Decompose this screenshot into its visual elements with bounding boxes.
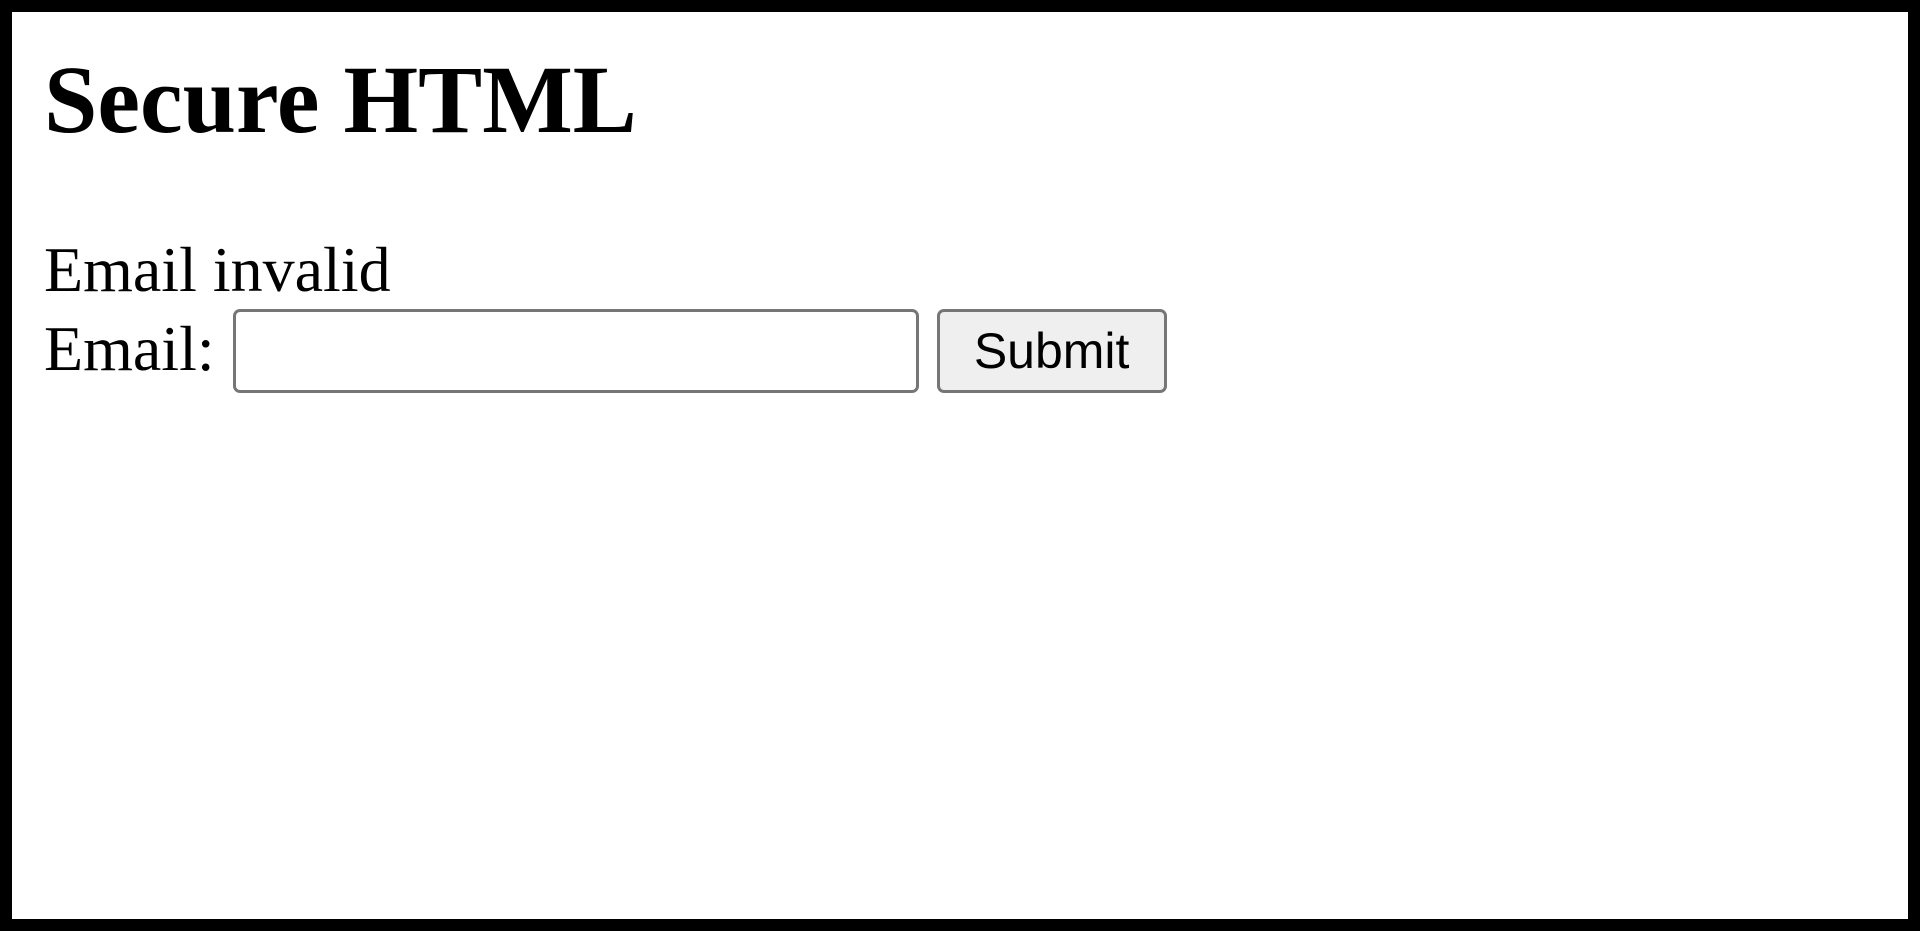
browser-viewport: Secure HTML Email invalid Email: Submit bbox=[12, 12, 1908, 919]
email-input[interactable] bbox=[232, 309, 919, 393]
page-title: Secure HTML bbox=[44, 46, 637, 153]
email-error-message: Email invalid bbox=[44, 234, 391, 305]
email-label: Email: bbox=[44, 313, 215, 384]
email-form: Email: Submit bbox=[44, 308, 1167, 394]
submit-button[interactable]: Submit bbox=[936, 309, 1167, 393]
